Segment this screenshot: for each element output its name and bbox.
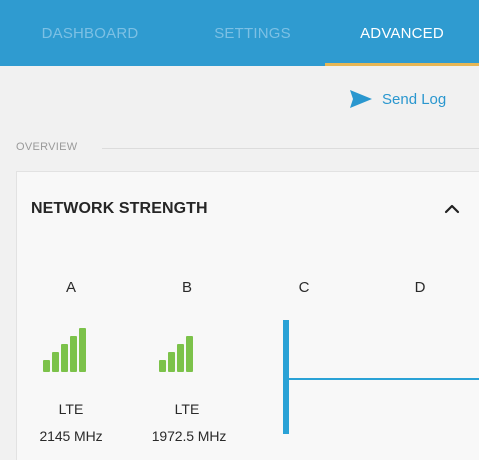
column-label-c: C [298, 279, 310, 296]
send-log-button[interactable]: Send Log [348, 86, 446, 112]
column-divider-vertical [283, 320, 289, 434]
network-frequency-a: 2145 MHz [39, 428, 103, 444]
signal-bar [52, 352, 59, 372]
signal-bar [43, 360, 50, 372]
column-label-b: B [181, 279, 192, 296]
signal-bar [195, 328, 202, 372]
signal-bar [186, 336, 193, 372]
signal-bar [70, 336, 77, 372]
active-tab-indicator [325, 63, 479, 66]
column-label-d: D [414, 279, 426, 296]
signal-bar [61, 344, 68, 372]
card-title: NETWORK STRENGTH [31, 200, 208, 217]
network-tech-b: LTE [174, 401, 200, 417]
network-strength-card: NETWORK STRENGTH A B C D LTE 2145 MHz LT… [16, 171, 479, 460]
tab-bar: DASHBOARD SETTINGS ADVANCED [0, 0, 479, 66]
signal-bar [168, 352, 175, 372]
tab-settings[interactable]: SETTINGS [180, 0, 325, 66]
column-label-a: A [65, 279, 76, 296]
network-tech-a: LTE [58, 401, 84, 417]
signal-strength-icon-b [159, 322, 202, 372]
signal-bar [159, 360, 166, 372]
column-divider-horizontal [289, 378, 479, 380]
section-divider [102, 148, 479, 149]
signal-strength-icon-a [43, 322, 86, 372]
network-frequency-b: 1972.5 MHz [151, 428, 227, 444]
send-icon [348, 88, 374, 110]
chevron-up-icon[interactable] [442, 200, 462, 218]
signal-bar [79, 328, 86, 372]
signal-bar [177, 344, 184, 372]
section-label-overview: OVERVIEW [16, 141, 78, 153]
tab-dashboard[interactable]: DASHBOARD [0, 0, 180, 66]
send-log-label: Send Log [382, 90, 447, 108]
tab-advanced[interactable]: ADVANCED [325, 0, 479, 66]
